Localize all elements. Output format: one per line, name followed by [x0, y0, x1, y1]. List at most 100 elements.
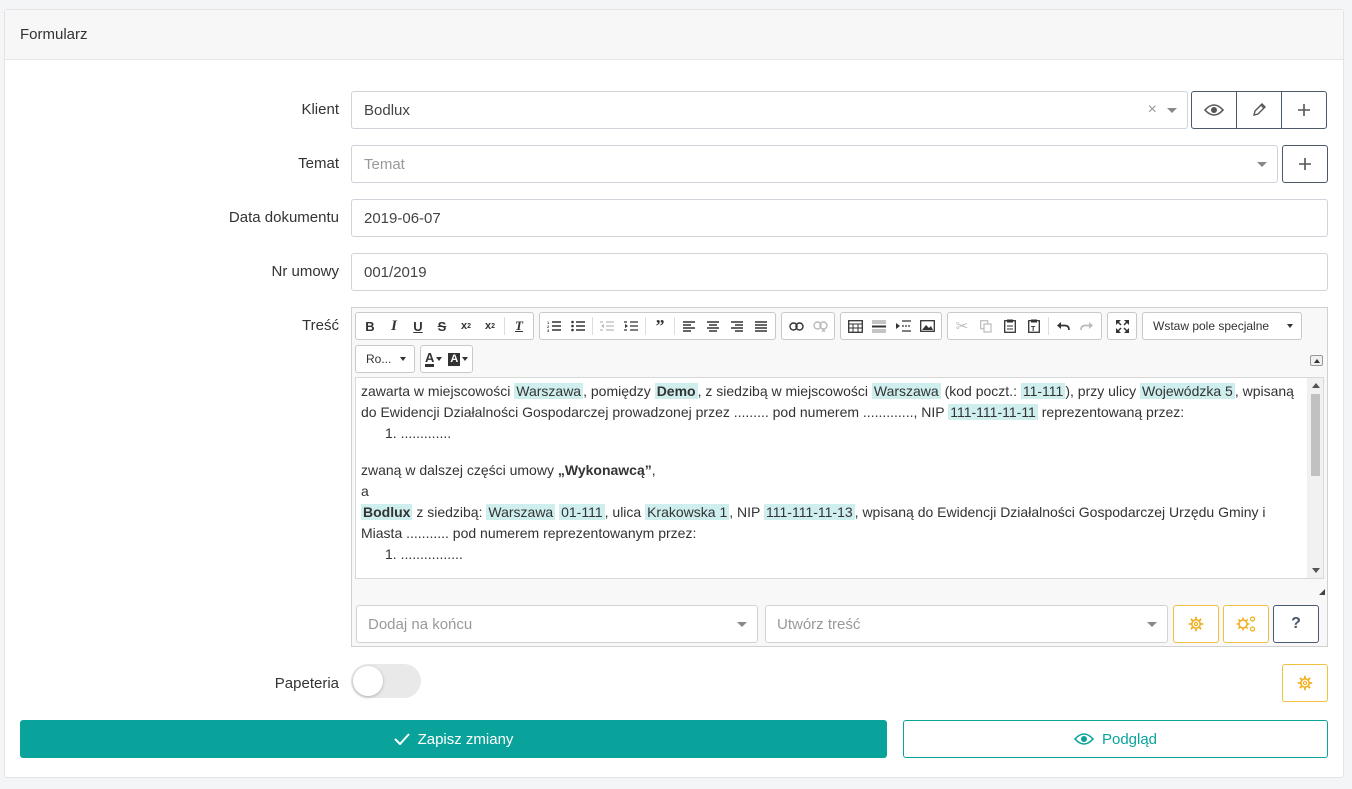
paste-text-icon[interactable]: T	[1022, 314, 1046, 338]
list-item: 1. ................	[385, 546, 463, 562]
chevron-down-icon	[462, 357, 469, 361]
stationery-label: Papeteria	[274, 675, 339, 692]
unlink-icon[interactable]	[808, 314, 832, 338]
collapse-toolbar-icon[interactable]	[1310, 355, 1323, 366]
doc-date-label: Data dokumentu	[228, 209, 339, 226]
editor-scrollbar[interactable]	[1307, 378, 1323, 578]
background-color-button[interactable]: A	[448, 352, 469, 366]
doc-date-input[interactable]: 2019-06-07	[351, 199, 1328, 237]
bold-icon[interactable]: B	[358, 314, 382, 338]
client-select[interactable]: Bodlux ×	[351, 91, 1188, 129]
toggle-knob	[353, 666, 383, 696]
toolbar-group-paragraph: 123 ”	[539, 312, 776, 340]
resize-handle-icon[interactable]	[1319, 589, 1325, 595]
image-icon[interactable]	[915, 314, 939, 338]
topic-select[interactable]: Temat	[351, 145, 1278, 183]
toolbar-separator	[1048, 317, 1049, 335]
plus-icon	[1299, 158, 1311, 170]
content-settings-button[interactable]	[1173, 605, 1219, 643]
align-right-icon[interactable]	[725, 314, 749, 338]
view-client-button[interactable]	[1191, 91, 1237, 129]
table-icon[interactable]	[843, 314, 867, 338]
indent-icon[interactable]	[619, 314, 643, 338]
add-at-end-select[interactable]: Dodaj na końcu	[356, 605, 758, 643]
outdent-icon[interactable]	[595, 314, 619, 338]
strikethrough-icon[interactable]: S	[430, 314, 454, 338]
bulleted-list-icon[interactable]	[566, 314, 590, 338]
toolbar-group-tools	[1107, 312, 1137, 340]
horizontal-rule-icon[interactable]	[867, 314, 891, 338]
client-actions	[1191, 91, 1327, 129]
toolbar-separator	[674, 317, 675, 335]
background-color-icon: A	[448, 352, 461, 366]
create-content-select[interactable]: Utwórz treść	[765, 605, 1168, 643]
preview-button-label: Podgląd	[1101, 730, 1158, 748]
scroll-down-icon[interactable]	[1312, 568, 1320, 573]
align-center-icon[interactable]	[701, 314, 725, 338]
plus-icon	[1298, 104, 1310, 116]
editor-content[interactable]: zawarta w miejscowości Warszawa, pomiędz…	[355, 377, 1324, 579]
subscript-icon[interactable]: x2	[454, 314, 478, 338]
toolbar-separator	[592, 317, 593, 335]
special-field-combo[interactable]: Wstaw pole specjalne	[1142, 312, 1302, 340]
align-left-icon[interactable]	[677, 314, 701, 338]
svg-text:T: T	[1031, 326, 1036, 333]
justify-icon[interactable]	[749, 314, 773, 338]
copy-icon[interactable]	[974, 314, 998, 338]
question-icon: ?	[1291, 615, 1301, 632]
stationery-settings-button[interactable]	[1282, 664, 1328, 702]
rich-text-editor: B I U S x2 x2 T 123 ” ✂ T Wstaw pole spe…	[351, 307, 1328, 647]
card-title: Formularz	[5, 10, 1343, 60]
remove-format-icon[interactable]: T	[507, 314, 531, 338]
editor-toolbar-row-2: Ro... A A	[355, 345, 474, 373]
underline-icon[interactable]: U	[406, 314, 430, 338]
chevron-down-icon	[737, 621, 747, 627]
editor-toolbar-row-1: B I U S x2 x2 T 123 ” ✂ T Wstaw pole spe…	[355, 312, 1302, 340]
advanced-settings-button[interactable]	[1223, 605, 1269, 643]
paste-icon[interactable]	[998, 314, 1022, 338]
content-label: Treść	[302, 317, 339, 334]
edit-client-button[interactable]	[1236, 91, 1282, 129]
preview-button[interactable]: Podgląd	[903, 720, 1328, 758]
cut-icon[interactable]: ✂	[950, 314, 974, 338]
undo-icon[interactable]	[1051, 314, 1075, 338]
superscript-icon[interactable]: x2	[478, 314, 502, 338]
chevron-down-icon	[436, 357, 443, 361]
font-combo[interactable]: Ro...	[355, 345, 415, 373]
redo-icon[interactable]	[1075, 314, 1099, 338]
clear-icon[interactable]: ×	[1148, 101, 1157, 119]
toolbar-separator	[504, 317, 505, 335]
contract-no-value: 001/2019	[364, 263, 427, 281]
topic-placeholder: Temat	[364, 155, 405, 173]
paragraph: zwaną w dalszej części umowy „Wykonawcą”…	[361, 462, 656, 478]
create-content-placeholder: Utwórz treść	[777, 615, 861, 633]
toolbar-group-insert	[840, 312, 942, 340]
scrollbar-thumb[interactable]	[1311, 394, 1320, 476]
stationery-toggle[interactable]	[351, 664, 421, 698]
page-break-icon[interactable]	[891, 314, 915, 338]
blockquote-icon[interactable]: ”	[648, 314, 672, 338]
italic-icon[interactable]: I	[382, 314, 406, 338]
chevron-down-icon	[1257, 161, 1267, 167]
numbered-list-icon[interactable]: 123	[542, 314, 566, 338]
gears-icon	[1236, 616, 1256, 632]
scroll-up-icon[interactable]	[1312, 383, 1320, 388]
client-value: Bodlux	[364, 101, 410, 119]
maximize-icon[interactable]	[1110, 314, 1134, 338]
font-combo-label: Ro...	[366, 352, 392, 366]
link-icon[interactable]	[784, 314, 808, 338]
text-color-button[interactable]: A	[425, 350, 443, 367]
chevron-down-icon	[1147, 621, 1157, 627]
save-button[interactable]: Zapisz zmiany	[20, 720, 887, 758]
contract-no-input[interactable]: 001/2019	[351, 253, 1328, 291]
text-color-icon: A	[425, 350, 435, 367]
help-button[interactable]: ?	[1273, 605, 1319, 643]
add-topic-button[interactable]	[1282, 145, 1328, 183]
toolbar-group-links	[781, 312, 835, 340]
doc-date-value: 2019-06-07	[364, 209, 441, 227]
gear-icon	[1297, 675, 1313, 691]
eye-icon	[1204, 104, 1224, 116]
list-item: 1. .............	[385, 425, 452, 441]
gear-icon	[1188, 616, 1204, 632]
add-client-button[interactable]	[1281, 91, 1327, 129]
